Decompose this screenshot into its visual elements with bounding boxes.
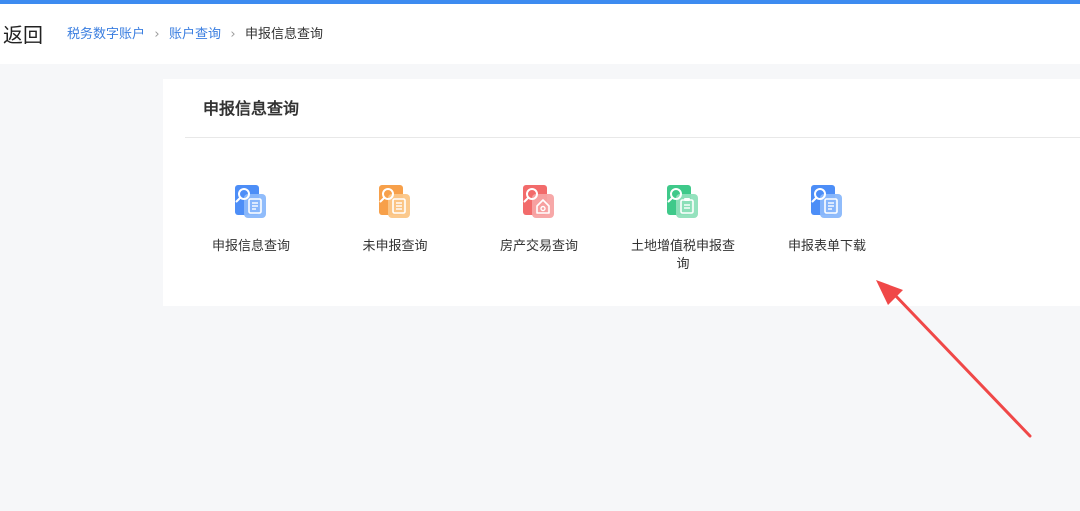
tile-land-vat-declaration-query[interactable]: 土地增值税申报查询 — [618, 182, 748, 274]
tile-label: 土地增值税申报查询 — [630, 239, 735, 272]
chevron-right-icon: › — [230, 27, 236, 42]
page-header: 返回 税务数字账户 › 账户查询 › 申报信息查询 — [0, 4, 1080, 64]
land-vat-declaration-query-icon — [667, 185, 698, 218]
tile-label: 房产交易查询 — [499, 239, 578, 254]
breadcrumb: 税务数字账户 › 账户查询 › 申报信息查询 — [67, 26, 323, 44]
declaration-query-icon — [235, 185, 266, 218]
breadcrumb-tax-digital-account[interactable]: 税务数字账户 — [67, 26, 145, 44]
query-card: 申报信息查询 申报信息查询 未申报查询 房产交易查询 土地增值税申报查询 申报表… — [163, 79, 1080, 306]
form-download-icon — [811, 185, 842, 218]
tile-undeclared-query[interactable]: 未申报查询 — [330, 182, 460, 256]
tile-property-transaction-query[interactable]: 房产交易查询 — [474, 182, 604, 256]
tile-label: 申报信息查询 — [211, 239, 290, 254]
chevron-right-icon: › — [154, 27, 160, 42]
undeclared-query-icon — [379, 185, 410, 218]
divider — [185, 137, 1080, 138]
card-title: 申报信息查询 — [203, 99, 300, 118]
tile-form-download[interactable]: 申报表单下载 — [762, 182, 892, 256]
breadcrumb-account-query[interactable]: 账户查询 — [169, 26, 221, 44]
tile-declaration-query[interactable]: 申报信息查询 — [186, 182, 316, 256]
property-transaction-query-icon — [523, 185, 554, 218]
tile-label: 申报表单下载 — [787, 239, 866, 254]
breadcrumb-current-page: 申报信息查询 — [245, 27, 324, 42]
tile-label: 未申报查询 — [362, 239, 428, 254]
back-button[interactable]: 返回 — [3, 22, 43, 48]
